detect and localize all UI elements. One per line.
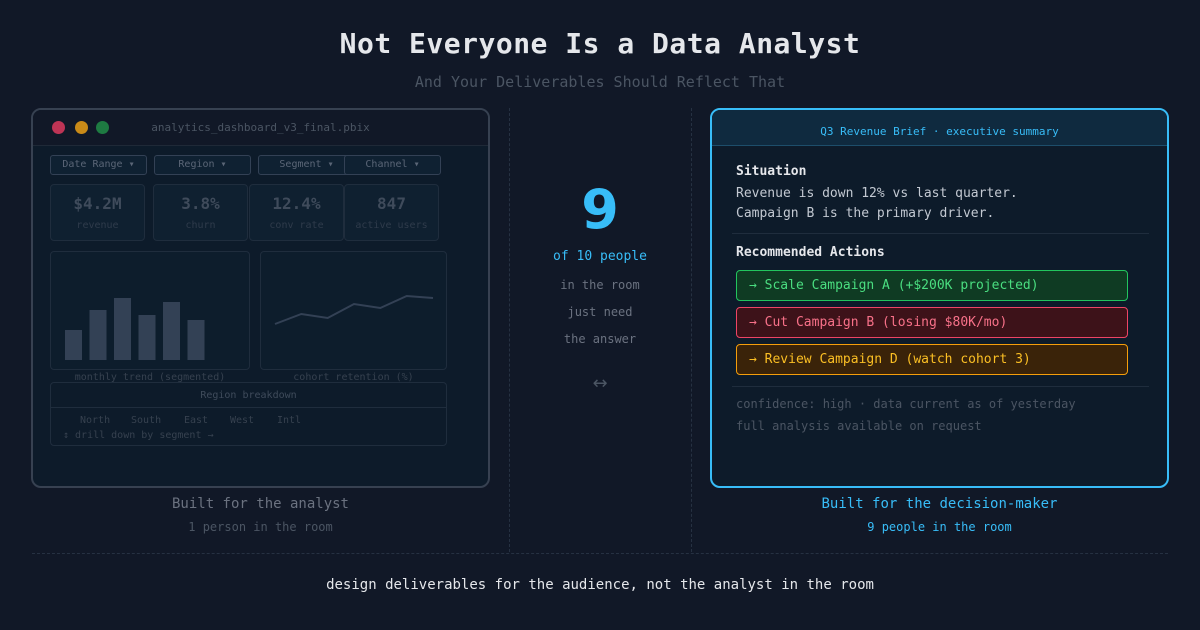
bar-chart: [65, 298, 205, 360]
bar-mark: [114, 298, 131, 360]
region-breakdown-title: Region breakdown: [51, 383, 446, 408]
middle-text-line: in the room: [560, 278, 640, 292]
line-chart-panel: [260, 251, 447, 370]
footer-tagline: design deliverables for the audience, no…: [326, 577, 874, 593]
analyst-dashboard-window: analytics_dashboard_v3_final.pbix Date R…: [31, 108, 490, 488]
filter-channel[interactable]: Channel ▾: [344, 155, 441, 175]
section-divider: [732, 386, 1149, 387]
kpi-card-churn: 3.8% churn: [153, 184, 248, 241]
window-filename: analytics_dashboard_v3_final.pbix: [151, 121, 370, 134]
action-review-campaign-d[interactable]: → Review Campaign D (watch cohort 3): [736, 344, 1128, 375]
filter-date-range[interactable]: Date Range ▾: [50, 155, 147, 175]
bar-mark: [138, 315, 156, 360]
big-number: 9: [581, 178, 619, 241]
bar-mark: [89, 310, 107, 360]
action-scale-campaign-a[interactable]: → Scale Campaign A (+$200K projected): [736, 270, 1128, 301]
kpi-label: churn: [185, 220, 216, 231]
filter-segment[interactable]: Segment ▾: [258, 155, 355, 175]
kpi-value: $4.2M: [73, 194, 122, 213]
kpi-label: active users: [355, 220, 428, 231]
bar-mark: [187, 320, 205, 360]
middle-text-line: the answer: [563, 332, 637, 346]
decision-maker-subcaption: 9 people in the room: [867, 520, 1012, 534]
window-titlebar: Q3 Revenue Brief · executive summary: [712, 110, 1167, 146]
page-title: Not Everyone Is a Data Analyst: [339, 27, 861, 60]
region-column: South: [131, 415, 162, 426]
region-column: North: [80, 415, 111, 426]
decision-maker-caption: Built for the decision-maker: [821, 496, 1058, 512]
situation-line: Revenue is down 12% vs last quarter.: [736, 186, 1018, 201]
bar-mark: [65, 330, 82, 360]
divider-left: [509, 108, 510, 552]
bar-mark: [163, 302, 180, 360]
region-column: East: [184, 415, 209, 426]
situation-line: Campaign B is the primary driver.: [736, 206, 995, 221]
bar-chart-panel: [50, 251, 250, 370]
kpi-value: 3.8%: [181, 194, 220, 213]
kpi-label: conv rate: [269, 220, 324, 231]
window-titlebar: analytics_dashboard_v3_final.pbix: [33, 110, 488, 146]
of-ten-people-label: of 10 people: [553, 249, 647, 264]
left-right-arrow-icon: ↔: [592, 373, 608, 394]
analyst-subcaption: 1 person in the room: [188, 520, 333, 534]
analyst-caption: Built for the analyst: [171, 496, 349, 512]
divider-bottom: [32, 553, 1168, 554]
line-series: [274, 294, 434, 325]
kpi-value: 12.4%: [272, 194, 321, 213]
confidence-note: confidence: high · data current as of ye…: [736, 397, 1076, 411]
kpi-card-conv-rate: 12.4% conv rate: [249, 184, 344, 241]
region-breakdown-panel: Region breakdown North South East West I…: [50, 382, 447, 446]
drill-down-link[interactable]: ↕ drill down by segment →: [63, 430, 214, 441]
kpi-card-active-users: 847 active users: [344, 184, 439, 241]
page-subtitle: And Your Deliverables Should Reflect Tha…: [414, 73, 786, 91]
action-cut-campaign-b[interactable]: → Cut Campaign B (losing $80K/mo): [736, 307, 1128, 338]
middle-text-line: just need: [567, 305, 633, 319]
region-column: Intl: [277, 415, 302, 426]
kpi-label: revenue: [76, 220, 119, 231]
full-analysis-note: full analysis available on request: [736, 419, 982, 433]
filter-region[interactable]: Region ▾: [154, 155, 251, 175]
line-chart: [274, 294, 434, 325]
kpi-card-revenue: $4.2M revenue: [50, 184, 145, 241]
brief-title: Q3 Revenue Brief · executive summary: [820, 125, 1059, 138]
kpi-value: 847: [377, 194, 406, 213]
divider-right: [691, 108, 692, 552]
executive-brief-window: Q3 Revenue Brief · executive summary Sit…: [710, 108, 1169, 488]
section-divider: [732, 233, 1149, 234]
actions-heading: Recommended Actions: [736, 245, 885, 260]
region-column: West: [230, 415, 255, 426]
situation-heading: Situation: [736, 164, 807, 179]
